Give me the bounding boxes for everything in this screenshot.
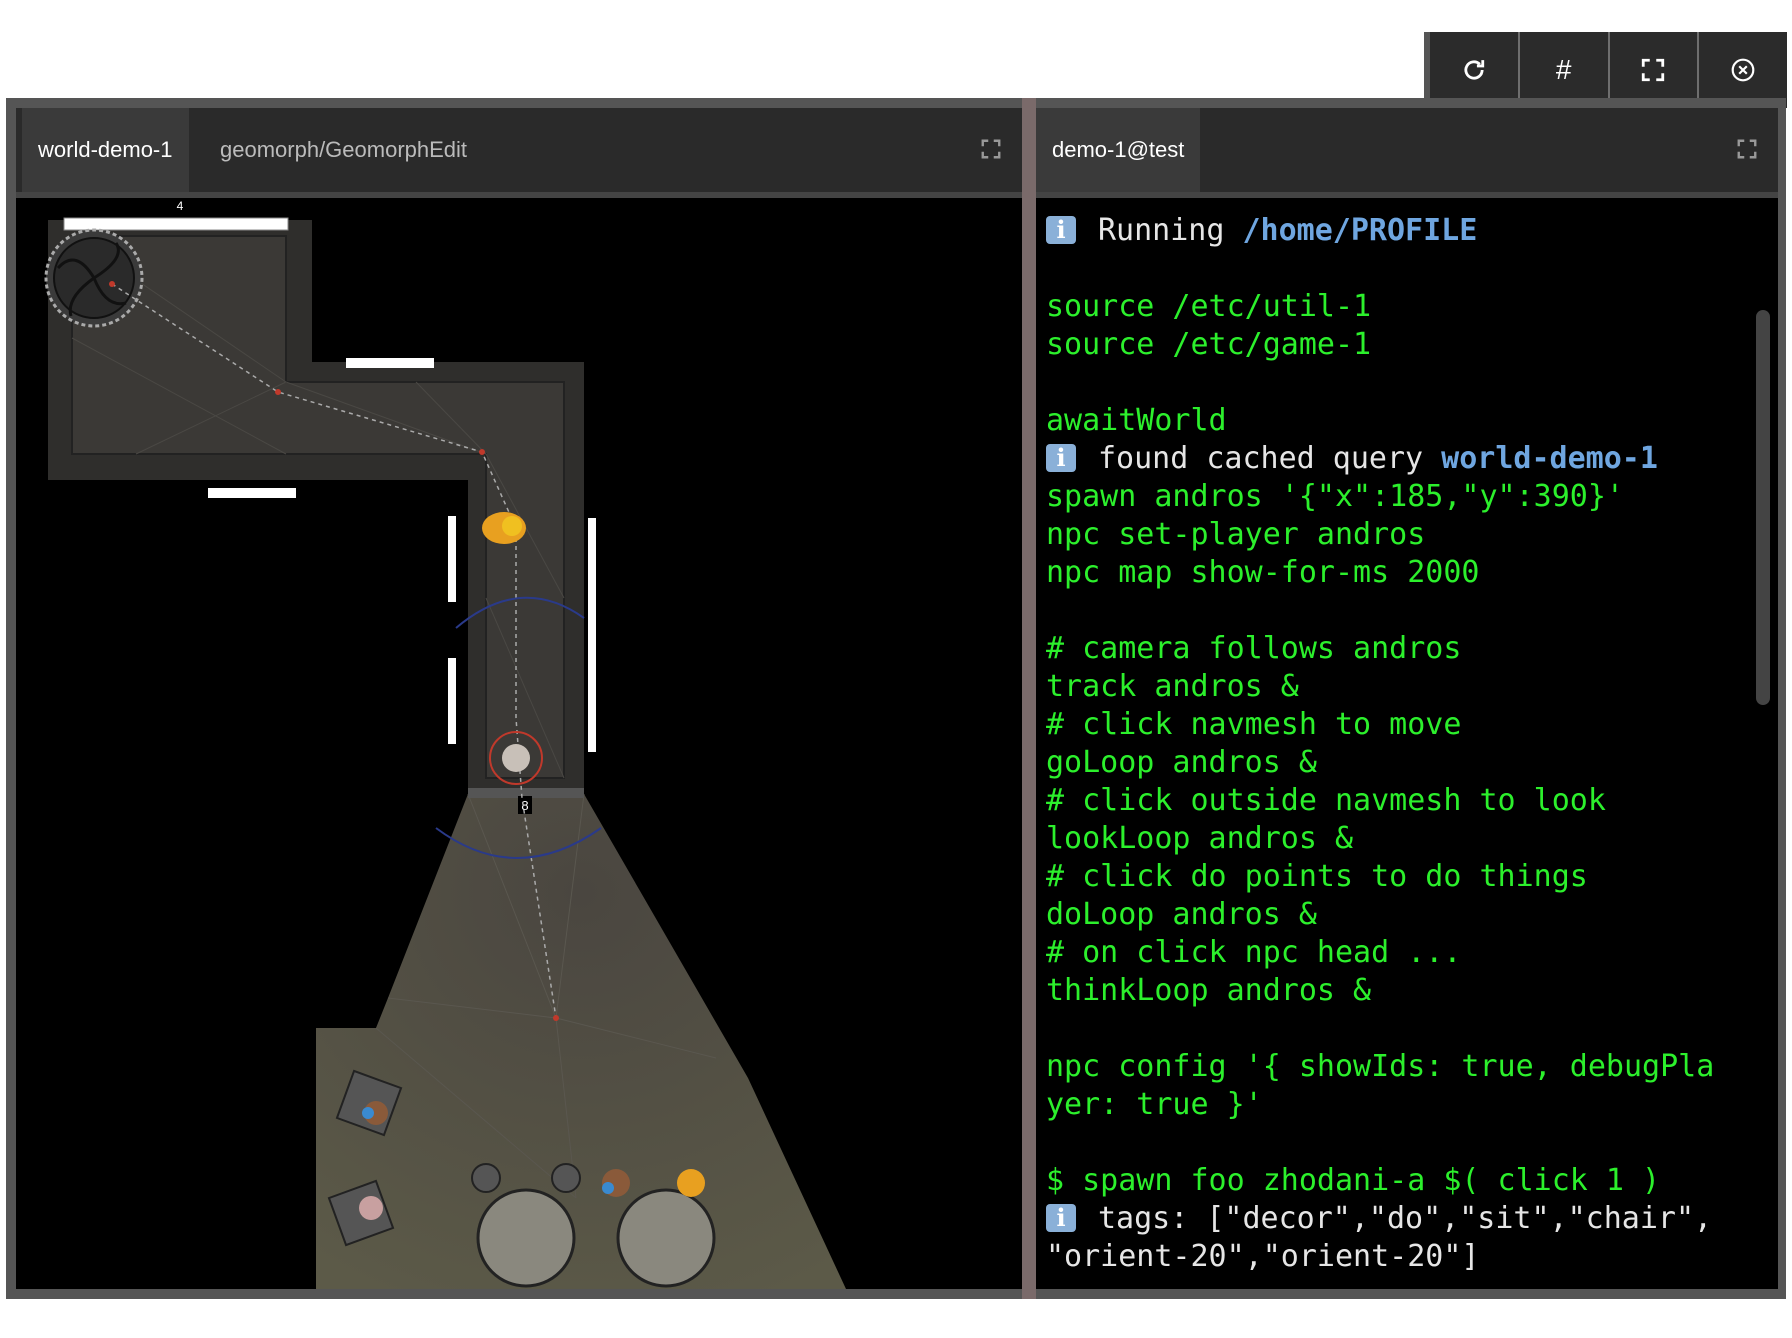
terminal-text: tags: ["decor","do","sit","chair", bbox=[1098, 1201, 1713, 1236]
close-icon bbox=[1731, 58, 1755, 82]
terminal-query-name: world-demo-1 bbox=[1441, 441, 1658, 476]
terminal-line: # click do points to do things bbox=[1046, 859, 1588, 894]
tab-world-demo-1[interactable]: world-demo-1 bbox=[22, 108, 189, 192]
world-pane: world-demo-1 geomorph/GeomorphEdit 4 8 bbox=[16, 108, 1022, 1289]
terminal-blank bbox=[1046, 250, 1778, 288]
terminal-line: source /etc/util-1 bbox=[1046, 289, 1372, 324]
terminal-prompt-line[interactable]: $ spawn foo zhodani-a $( click 1 ) bbox=[1046, 1162, 1778, 1200]
terminal-line: spawn andros '{"x":185,"y":390}' bbox=[1046, 479, 1624, 514]
door[interactable] bbox=[208, 488, 296, 498]
door[interactable] bbox=[346, 358, 434, 368]
terminal-line: npc set-player andros bbox=[1046, 517, 1426, 552]
terminal-line: track andros & bbox=[1046, 669, 1299, 704]
door[interactable] bbox=[588, 518, 596, 752]
terminal-scrollbar[interactable] bbox=[1756, 310, 1770, 705]
layout-frame: world-demo-1 geomorph/GeomorphEdit 4 8 d… bbox=[6, 98, 1786, 1299]
terminal-blank bbox=[1046, 364, 1778, 402]
door[interactable] bbox=[63, 217, 289, 231]
terminal-line: source /etc/game-1 bbox=[1046, 327, 1372, 362]
world-viewport[interactable]: 4 8 bbox=[16, 198, 1022, 1289]
fullscreen-icon bbox=[1642, 58, 1665, 82]
terminal-blank bbox=[1046, 592, 1778, 630]
terminal-path: /home/PROFILE bbox=[1242, 213, 1478, 248]
close-button[interactable] bbox=[1699, 32, 1787, 108]
terminal-pane: demo-1@test i Running /home/PROFILE sourc… bbox=[1036, 108, 1778, 1289]
maximize-icon[interactable] bbox=[980, 138, 1002, 160]
grid-label: # bbox=[1555, 54, 1572, 85]
window-controls: # bbox=[1424, 32, 1787, 108]
pane-divider[interactable] bbox=[1022, 98, 1036, 1299]
terminal-line: lookLoop andros & bbox=[1046, 821, 1354, 856]
tab-geomorph-edit[interactable]: geomorph/GeomorphEdit bbox=[204, 108, 483, 192]
room-floor-upper-inner bbox=[71, 235, 565, 779]
terminal-info-line: "orient-20","orient-20"] bbox=[1046, 1239, 1480, 1274]
terminal-info-line: i tags: ["decor","do","sit","chair", bbox=[1046, 1200, 1778, 1238]
terminal-line: awaitWorld bbox=[1046, 403, 1227, 438]
terminal-text: Running bbox=[1098, 213, 1243, 248]
terminal-line: goLoop andros & bbox=[1046, 745, 1317, 780]
info-icon: i bbox=[1046, 444, 1076, 472]
terminal-line: # click navmesh to move bbox=[1046, 707, 1462, 742]
terminal-line: thinkLoop andros & bbox=[1046, 973, 1372, 1008]
info-icon: i bbox=[1046, 1204, 1076, 1232]
terminal-line: # click outside navmesh to look bbox=[1046, 783, 1606, 818]
terminal-text: found cached query bbox=[1098, 441, 1442, 476]
terminal-info-line: i found cached query world-demo-1 bbox=[1046, 440, 1778, 478]
npc-yellow[interactable] bbox=[482, 512, 526, 544]
refresh-icon bbox=[1464, 60, 1485, 80]
terminal-blank bbox=[1046, 1124, 1778, 1162]
terminal-info-line: i Running /home/PROFILE bbox=[1046, 212, 1778, 250]
left-tab-bar: world-demo-1 geomorph/GeomorphEdit bbox=[16, 108, 1022, 198]
terminal-blank bbox=[1046, 1010, 1778, 1048]
right-tab-bar: demo-1@test bbox=[1036, 108, 1778, 198]
terminal-line: yer: true }' bbox=[1046, 1087, 1263, 1122]
info-icon: i bbox=[1046, 216, 1076, 244]
hatch[interactable] bbox=[44, 228, 144, 328]
terminal-line: # camera follows andros bbox=[1046, 631, 1462, 666]
room-floor-lower bbox=[316, 794, 846, 1289]
terminal-line: doLoop andros & bbox=[1046, 897, 1317, 932]
door[interactable] bbox=[448, 516, 456, 602]
tab-demo-1-test[interactable]: demo-1@test bbox=[1036, 108, 1201, 192]
fullscreen-button[interactable] bbox=[1610, 32, 1700, 108]
terminal-line: npc map show-for-ms 2000 bbox=[1046, 555, 1480, 590]
maximize-icon[interactable] bbox=[1736, 138, 1758, 160]
door-label-4: 4 bbox=[177, 199, 184, 213]
terminal[interactable]: i Running /home/PROFILE source /etc/util-… bbox=[1036, 198, 1778, 1289]
grid-toggle-button[interactable]: # bbox=[1520, 32, 1610, 108]
world-map[interactable]: 4 8 bbox=[16, 198, 1022, 1289]
refresh-button[interactable] bbox=[1430, 32, 1520, 108]
terminal-line: npc config '{ showIds: true, debugPla bbox=[1046, 1049, 1715, 1084]
door[interactable] bbox=[448, 658, 456, 744]
terminal-line: # on click npc head ... bbox=[1046, 935, 1462, 970]
